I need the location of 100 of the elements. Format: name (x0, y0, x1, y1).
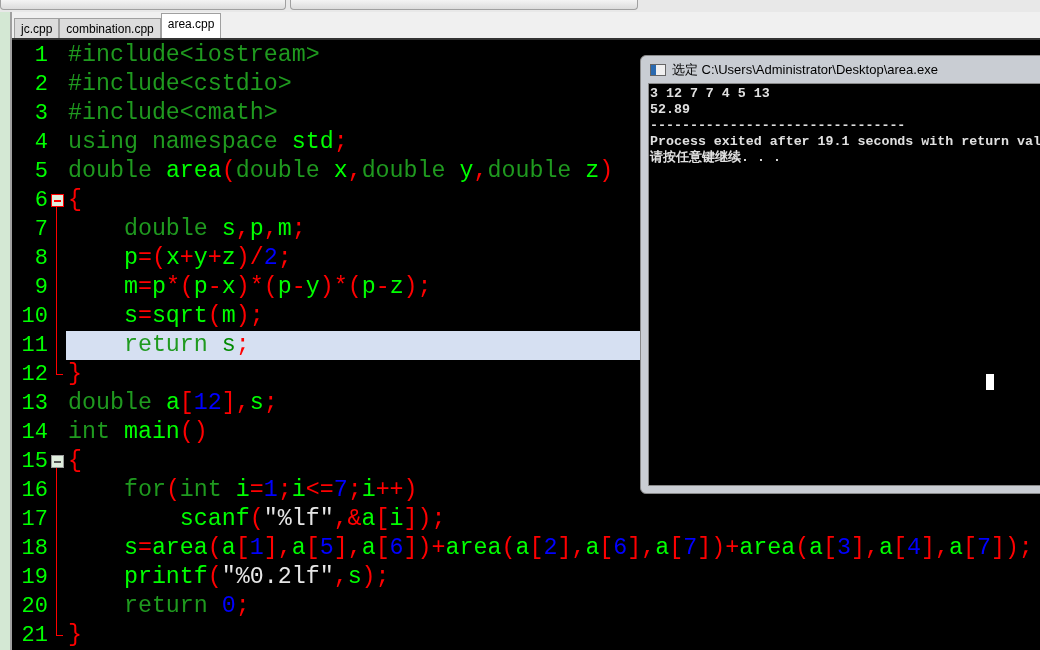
file-tab[interactable]: combination.cpp (59, 18, 161, 38)
code-token: 2 (543, 536, 558, 561)
code-token: p (277, 275, 292, 300)
code-token: printf (122, 565, 208, 590)
fold-toggle-icon[interactable] (50, 194, 64, 207)
code-token: 5 (319, 536, 334, 561)
code-token: y (193, 246, 208, 271)
code-token: ,& (333, 507, 362, 532)
code-token: s (122, 304, 138, 329)
code-token: 6 (389, 536, 404, 561)
code-token: *( (165, 275, 194, 300)
code-token: ]); (990, 536, 1033, 561)
code-token: z (585, 159, 600, 184)
code-token: 12 (193, 391, 222, 416)
line-number: 9 (33, 274, 48, 302)
code-token: p (122, 246, 138, 271)
code-token: ( (207, 304, 222, 329)
line-number: 17 (20, 506, 48, 534)
code-token: ++) (375, 478, 418, 503)
line-number: 7 (33, 216, 48, 244)
code-token: ; (277, 246, 292, 271)
console-line: -------------------------------- (650, 118, 907, 134)
line-number: 4 (33, 129, 48, 157)
code-token: <= (305, 478, 334, 503)
code-token: , (333, 565, 348, 590)
code-token: double (235, 159, 321, 184)
code-token: - (375, 275, 390, 300)
code-token: = (249, 478, 264, 503)
code-token: [ (305, 536, 320, 561)
code-token: i (389, 507, 404, 532)
code-token: z (221, 246, 236, 271)
code-token: double (68, 159, 153, 184)
code-token: ; (235, 333, 250, 358)
code-token: , (473, 159, 488, 184)
code-token: x (165, 246, 180, 271)
line-number: 15 (20, 448, 48, 476)
code-token: m (221, 304, 236, 329)
code-token: a (655, 536, 670, 561)
code-token: [ (235, 536, 250, 561)
code-token: 7 (976, 536, 991, 561)
code-token: [ (375, 536, 390, 561)
console-line: Process exited after 19.1 seconds with return val (650, 134, 1040, 150)
code-token: for (122, 478, 166, 503)
code-token: [ (529, 536, 544, 561)
code-token: 7 (333, 478, 348, 503)
code-token: ( (207, 536, 222, 561)
code-token: p (361, 275, 376, 300)
fold-toggle-icon[interactable] (50, 455, 64, 468)
code-token: return (122, 594, 209, 619)
code-token: y (459, 159, 474, 184)
code-token: #include<cstdio> (68, 72, 292, 97)
code-token: double (487, 159, 573, 184)
code-token: 3 (837, 536, 852, 561)
code-token: 2 (263, 246, 278, 271)
file-tab[interactable]: area.cpp (160, 13, 222, 38)
file-tab[interactable]: jc.cpp (14, 18, 60, 38)
code-token: "%0.2lf" (221, 565, 334, 590)
code-token: return (122, 333, 209, 358)
code-token: p (193, 275, 208, 300)
code-token: i (291, 478, 306, 503)
code-token: ], (557, 536, 586, 561)
code-token: s (221, 333, 236, 358)
line-number: 21 (20, 622, 48, 650)
code-token: ) (599, 159, 614, 184)
line-number: 2 (33, 71, 48, 99)
code-token: s (122, 536, 138, 561)
code-token: ])+ (697, 536, 740, 561)
code-token: a (809, 536, 824, 561)
code-token: #include<iostream> (68, 43, 320, 68)
code-token: s (347, 565, 362, 590)
code-token: 6 (613, 536, 628, 561)
code-token: = (137, 304, 152, 329)
code-token: sqrt (151, 304, 208, 329)
line-number: 19 (20, 564, 48, 592)
code-token: ( (249, 507, 264, 532)
code-token: } (68, 623, 82, 648)
line-number: 6 (33, 187, 48, 215)
code-token: { (68, 188, 82, 213)
code-token: 7 (683, 536, 698, 561)
code-token: [ (375, 507, 390, 532)
code-token: s (249, 391, 264, 416)
code-token: ( (207, 565, 222, 590)
line-number: 18 (20, 535, 48, 563)
code-token: , (235, 217, 250, 242)
line-number: 8 (33, 245, 48, 273)
code-token: ]); (403, 507, 446, 532)
line-number: 3 (33, 100, 48, 128)
code-token: , (263, 217, 278, 242)
code-token: p (151, 275, 166, 300)
line-number: 5 (33, 158, 48, 186)
code-token: [ (179, 391, 194, 416)
code-token: [ (823, 536, 838, 561)
line-number: 16 (20, 477, 48, 505)
code-token: y (305, 275, 320, 300)
code-token: a (948, 536, 963, 561)
code-token: 1 (263, 478, 278, 503)
code-token: [ (599, 536, 614, 561)
line-number: 10 (20, 303, 48, 331)
code-token: = (137, 275, 152, 300)
line-number: 13 (20, 390, 48, 418)
